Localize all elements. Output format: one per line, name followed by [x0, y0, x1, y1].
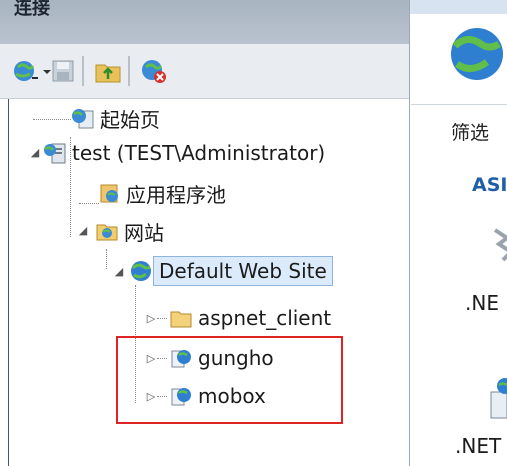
tree-item-app-pools[interactable]: 应用程序池: [97, 175, 231, 211]
feature-label[interactable]: .NE: [465, 291, 499, 315]
filter-label[interactable]: 筛选: [451, 118, 489, 145]
feature-label[interactable]: .NET: [455, 434, 501, 458]
main-pane: 筛选 ASI .NE .NET: [411, 14, 507, 466]
tree-item-label: test (TEST\Administrator): [72, 141, 326, 165]
divider: [411, 104, 507, 105]
collapse-arrow-icon[interactable]: ◢: [113, 265, 125, 278]
tree-item-label: aspnet_client: [198, 306, 332, 330]
tree-item-aspnet-client[interactable]: aspnet_client: [169, 300, 336, 336]
tree-item-label: 起始页: [100, 107, 160, 132]
expand-arrow-icon[interactable]: ▷: [145, 312, 157, 325]
feature-icon[interactable]: [489, 226, 507, 266]
group-header[interactable]: ASI: [472, 174, 507, 196]
connections-header: 连接: [0, 0, 409, 44]
toolbar-separator-2: [128, 56, 130, 86]
folder-icon: [170, 311, 192, 328]
app-pools-icon: [100, 184, 118, 203]
feature-icon[interactable]: [489, 374, 507, 424]
tree-line: [79, 203, 99, 204]
globe-connect-icon: [14, 61, 38, 81]
tree-line: [106, 249, 107, 269]
highlight-box: [116, 336, 343, 424]
disconnect-icon: [142, 60, 166, 83]
folder-up-icon: [95, 64, 121, 83]
tree-item-sites[interactable]: 网站: [95, 213, 169, 249]
globe-icon: [131, 261, 151, 281]
save-icon: [52, 60, 74, 82]
globe-icon: [451, 28, 503, 80]
collapse-arrow-icon[interactable]: ◢: [29, 146, 41, 159]
connections-toolbar: [0, 44, 409, 99]
sites-folder-icon: [96, 224, 118, 241]
tree-item-label: 网站: [124, 220, 164, 245]
server-icon: [44, 143, 66, 164]
connections-pane: 连接 起始页 ◢ test (TEST\Administrator) 应用程序池…: [0, 0, 410, 466]
tree-item-label: 应用程序池: [126, 182, 226, 207]
toolbar-separator: [82, 56, 84, 86]
disconnect-button[interactable]: [140, 57, 168, 85]
go-up-button[interactable]: [94, 57, 122, 85]
tree-item-label: Default Web Site: [153, 256, 333, 286]
connect-dropdown-button[interactable]: [12, 57, 52, 85]
save-button[interactable]: [50, 57, 76, 85]
tree-line: [33, 119, 71, 120]
start-page-icon: [72, 109, 94, 129]
connections-title: 连接: [14, 0, 50, 19]
tree-line: [157, 318, 167, 319]
collapse-arrow-icon[interactable]: ◢: [77, 224, 89, 237]
tree-item-server[interactable]: test (TEST\Administrator): [43, 135, 330, 171]
tree-item-start-page[interactable]: 起始页: [71, 100, 165, 136]
tree-item-default-web-site[interactable]: Default Web Site: [129, 253, 333, 289]
